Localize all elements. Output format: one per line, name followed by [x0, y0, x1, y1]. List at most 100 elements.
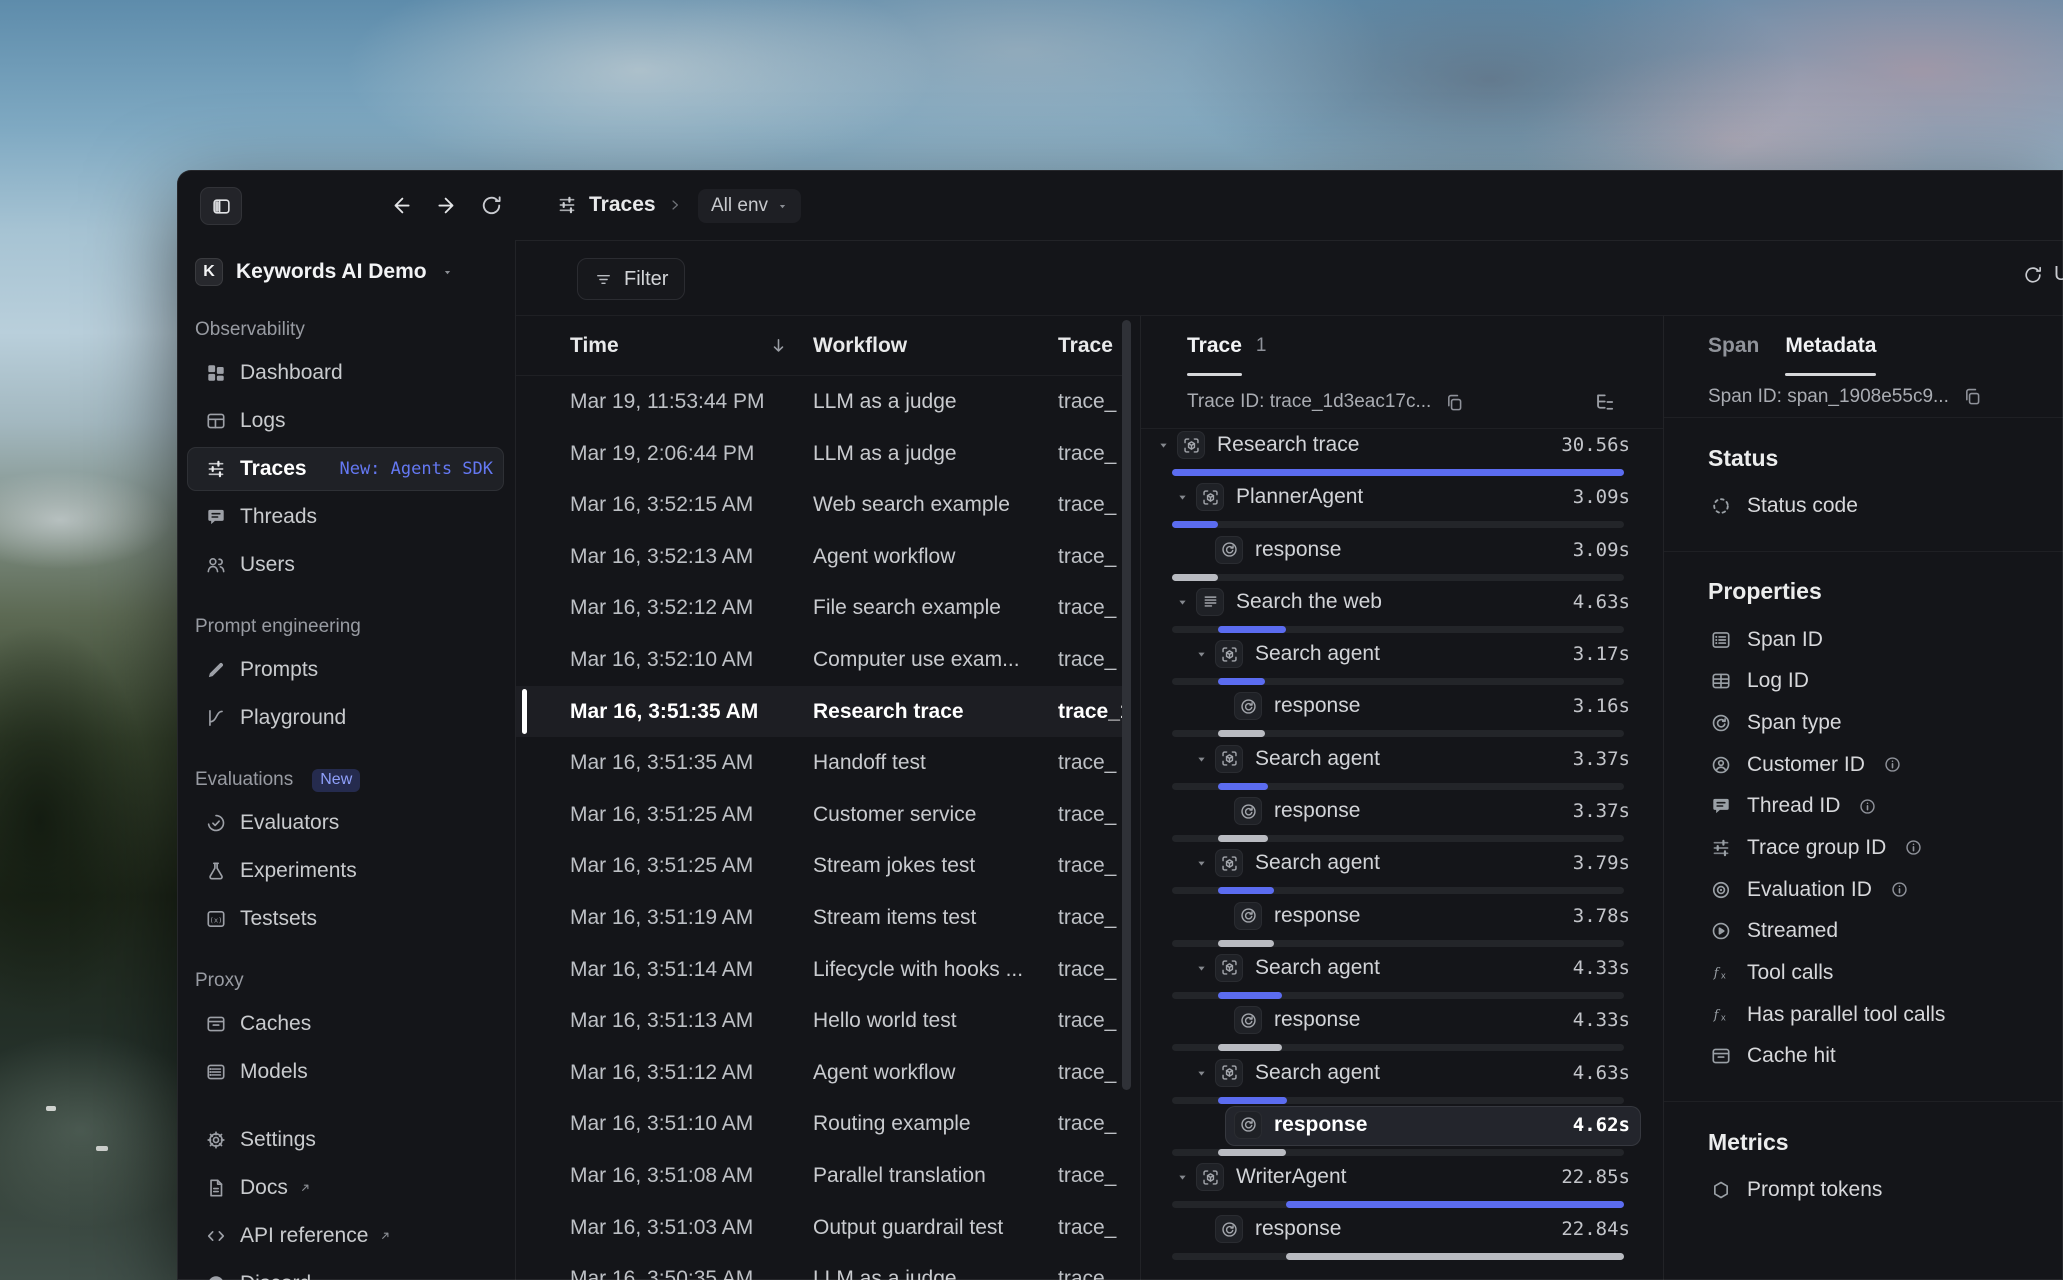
span-row-search-agent[interactable]: Search agent 4.63s	[1141, 1057, 1663, 1109]
sidebar-item-users[interactable]: Users	[177, 541, 515, 589]
workspace-switcher[interactable]: K Keywords AI Demo	[177, 252, 515, 292]
span-row-search-agent[interactable]: Search agent 4.33s	[1141, 952, 1663, 1004]
external-icon	[320, 1277, 335, 1280]
sidebar-item-api-reference[interactable]: API reference	[177, 1212, 515, 1260]
caret-down-icon[interactable]	[1195, 753, 1208, 766]
table-row[interactable]: Mar 16, 3:51:25 AM Customer service trace_	[516, 789, 1122, 841]
span-row-response[interactable]: response 22.84s	[1141, 1213, 1663, 1265]
span-row-response[interactable]: response 3.37s	[1141, 795, 1663, 847]
span-row-research-trace[interactable]: Research trace 30.56s	[1141, 429, 1663, 481]
table-row[interactable]: Mar 16, 3:51:10 AM Routing example trace_	[516, 1098, 1122, 1150]
span-row-response[interactable]: response 3.16s	[1141, 690, 1663, 742]
sort-descending-icon[interactable]	[768, 335, 789, 356]
sidebar-item-dashboard[interactable]: Dashboard	[177, 349, 515, 397]
sidebar-item-discord[interactable]: Discord	[177, 1260, 515, 1280]
sidebar-item-threads[interactable]: Threads	[177, 493, 515, 541]
metadata-item-thread-id: Thread ID	[1664, 785, 2063, 827]
info-icon[interactable]	[1904, 838, 1923, 857]
sidebar-item-models[interactable]: Models	[177, 1048, 515, 1096]
sidebar-item-settings[interactable]: Settings	[177, 1116, 515, 1164]
span-row-response[interactable]: response 4.33s	[1141, 1004, 1663, 1056]
table-row[interactable]: Mar 16, 3:51:13 AM Hello world test trace_	[516, 995, 1122, 1047]
refresh-icon[interactable]	[479, 193, 504, 218]
filter-button[interactable]: Filter	[577, 258, 686, 300]
copy-span-id-icon[interactable]	[1962, 386, 1983, 407]
table-row[interactable]: Mar 19, 11:53:44 PM LLM as a judge trace_	[516, 376, 1122, 428]
sidebar-item-testsets[interactable]: (x) Testsets	[177, 895, 515, 943]
metadata-section-properties[interactable]: Properties	[1708, 578, 2063, 606]
info-icon[interactable]	[1883, 755, 1902, 774]
env-selector[interactable]: All env	[698, 189, 802, 223]
info-icon[interactable]	[1858, 797, 1877, 816]
scrollbar-thumb[interactable]	[1122, 320, 1131, 1090]
sidebar-section-observability[interactable]: Observability	[195, 318, 497, 342]
caret-down-icon[interactable]	[1195, 1067, 1208, 1080]
metadata-section-status[interactable]: Status	[1708, 444, 2063, 472]
metadata-section-metrics[interactable]: Metrics	[1708, 1128, 2063, 1156]
sidebar-item-prompts[interactable]: Prompts	[177, 646, 515, 694]
column-header-workflow[interactable]: Workflow	[813, 316, 907, 376]
tab-metadata[interactable]: Metadata	[1785, 316, 1877, 376]
table-row[interactable]: Mar 16, 3:50:35 AM LLM as a judge trace_	[516, 1253, 1122, 1280]
span-row-response[interactable]: response 3.78s	[1141, 900, 1663, 952]
caret-down-icon[interactable]	[1157, 439, 1170, 452]
span-row-response[interactable]: response 4.62s	[1141, 1105, 1663, 1161]
span-id-icon	[1710, 629, 1732, 651]
back-arrow-icon[interactable]	[388, 193, 413, 218]
update-button[interactable]: Up	[2022, 263, 2063, 286]
span-row-search-agent[interactable]: Search agent 3.17s	[1141, 638, 1663, 690]
table-row[interactable]: Mar 16, 3:51:35 AM Handoff test trace_	[516, 737, 1122, 789]
cell-trace: trace_	[1058, 544, 1117, 568]
span-timeline-track	[1172, 887, 1624, 895]
tree-collapse-icon[interactable]	[1593, 390, 1617, 414]
table-row[interactable]: Mar 16, 3:51:14 AM Lifecycle with hooks .…	[516, 944, 1122, 996]
info-icon[interactable]	[1890, 880, 1909, 899]
caret-down-icon[interactable]	[1195, 648, 1208, 661]
span-row-response[interactable]: response 3.09s	[1141, 534, 1663, 586]
sidebar-item-traces[interactable]: Traces New: Agents SDK	[177, 445, 515, 493]
table-row[interactable]: Mar 16, 3:52:10 AM Computer use exam... tr…	[516, 634, 1122, 686]
span-timeline-bar	[1172, 469, 1624, 476]
copy-trace-id-icon[interactable]	[1444, 392, 1465, 413]
sidebar-section-prompt-engineering[interactable]: Prompt engineering	[195, 615, 497, 639]
span-row-search-the-web[interactable]: Search the web 4.63s	[1141, 586, 1663, 638]
target-icon	[1710, 879, 1732, 901]
sidebar-item-docs[interactable]: Docs	[177, 1164, 515, 1212]
table-row[interactable]: Mar 16, 3:51:25 AM Stream jokes test trace…	[516, 840, 1122, 892]
breadcrumb[interactable]: Traces	[556, 170, 683, 240]
table-row[interactable]: Mar 16, 3:51:35 AM Research trace trace_1	[516, 685, 1122, 738]
forward-arrow-icon[interactable]	[435, 193, 460, 218]
table-row[interactable]: Mar 16, 3:52:13 AM Agent workflow trace_	[516, 531, 1122, 583]
span-type-chip	[1196, 483, 1224, 512]
table-row[interactable]: Mar 16, 3:51:12 AM Agent workflow trace_	[516, 1047, 1122, 1099]
caret-down-icon[interactable]	[1176, 596, 1189, 609]
sidebar-toggle-button[interactable]	[200, 187, 242, 225]
caret-down-icon[interactable]	[1195, 857, 1208, 870]
table-row[interactable]: Mar 19, 2:06:44 PM LLM as a judge trace_	[516, 428, 1122, 480]
table-row[interactable]: Mar 16, 3:52:15 AM Web search example trac…	[516, 479, 1122, 531]
sidebar-item-logs[interactable]: Logs	[177, 397, 515, 445]
sidebar-section-proxy[interactable]: Proxy	[195, 969, 497, 993]
table-row[interactable]: Mar 16, 3:51:08 AM Parallel translation tr…	[516, 1150, 1122, 1202]
span-row-search-agent[interactable]: Search agent 3.79s	[1141, 847, 1663, 899]
tab-span[interactable]: Span	[1708, 316, 1759, 376]
table-row[interactable]: Mar 16, 3:52:12 AM File search example tra…	[516, 582, 1122, 634]
column-header-trace[interactable]: Trace	[1058, 316, 1113, 376]
sidebar-section-evaluations[interactable]: Evaluations New	[195, 768, 497, 792]
sidebar-item-experiments[interactable]: Experiments	[177, 847, 515, 895]
tab-trace[interactable]: Trace	[1187, 316, 1242, 376]
column-header-time[interactable]: Time	[570, 316, 619, 376]
agent-icon	[1220, 1063, 1239, 1082]
sidebar-item-caches[interactable]: Caches	[177, 1000, 515, 1048]
caret-down-icon[interactable]	[1176, 1171, 1189, 1184]
sidebar-item-evaluators[interactable]: Evaluators	[177, 799, 515, 847]
span-row-writeragent[interactable]: WriterAgent 22.85s	[1141, 1161, 1663, 1213]
table-row[interactable]: Mar 16, 3:51:19 AM Stream items test trace…	[516, 892, 1122, 944]
sidebar-item-playground[interactable]: Playground	[177, 694, 515, 742]
caret-down-icon[interactable]	[1195, 962, 1208, 975]
table-scrollbar[interactable]	[1122, 316, 1131, 1280]
span-row-search-agent[interactable]: Search agent 3.37s	[1141, 743, 1663, 795]
table-row[interactable]: Mar 16, 3:51:03 AM Output guardrail test t…	[516, 1202, 1122, 1254]
caret-down-icon[interactable]	[1176, 491, 1189, 504]
span-row-planneragent[interactable]: PlannerAgent 3.09s	[1141, 481, 1663, 533]
